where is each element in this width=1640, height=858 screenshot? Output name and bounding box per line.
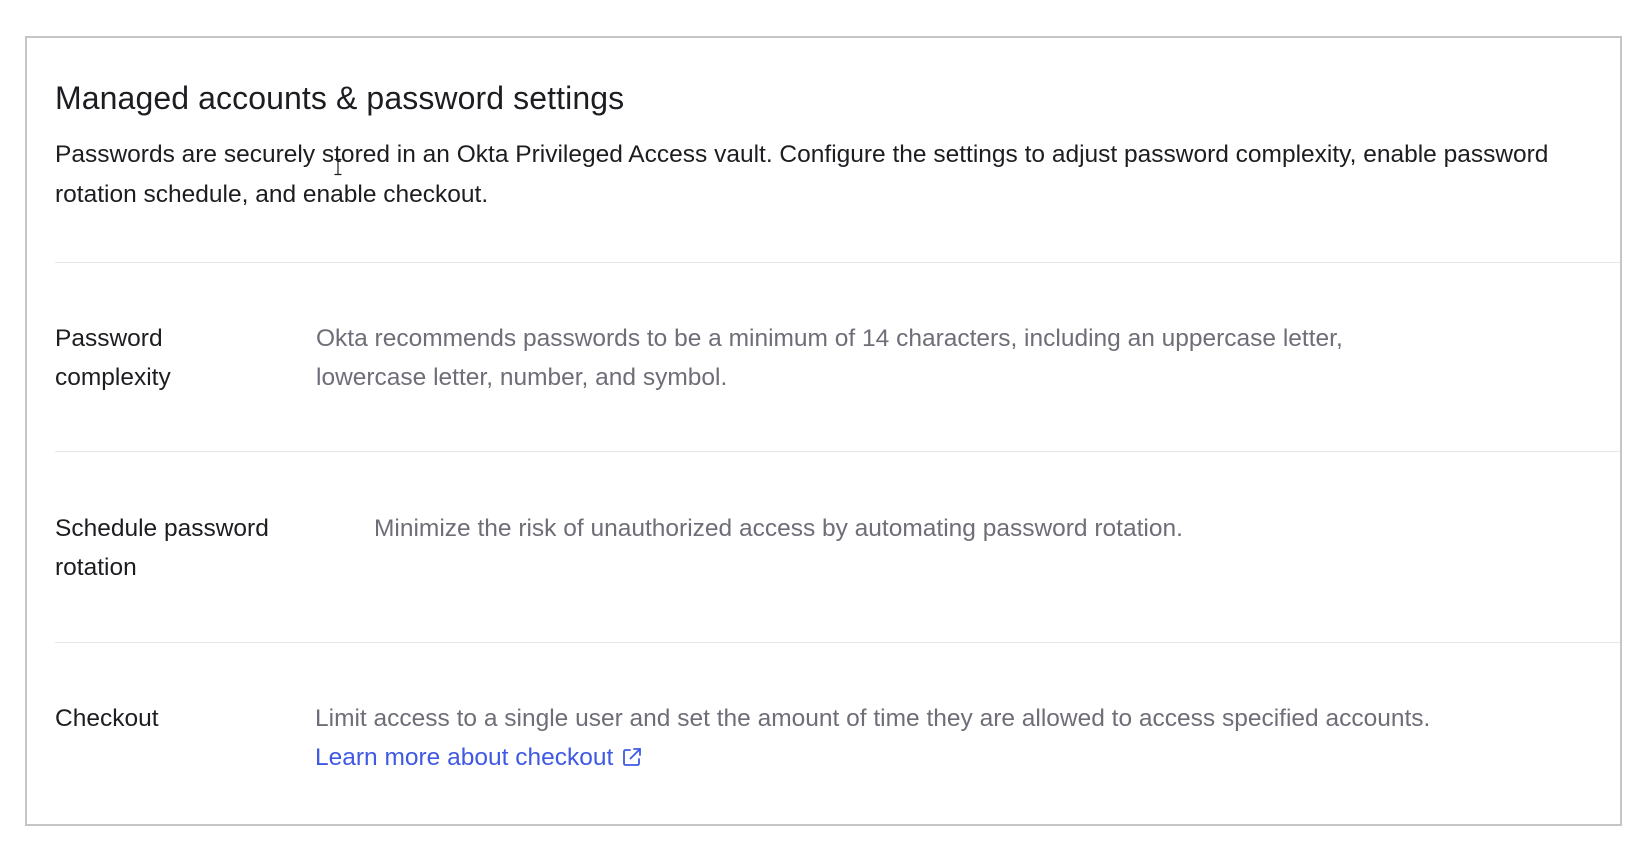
divider [55, 262, 1620, 263]
page-title: Managed accounts & password settings [55, 80, 625, 116]
page-description: Passwords are securely stored in an Okta… [55, 141, 1549, 208]
setting-label-password-complexity: Password complexity [55, 325, 171, 391]
setting-label-password-rotation: Schedule password rotation [55, 515, 269, 581]
setting-description-password-complexity: Okta recommends passwords to be a minimu… [316, 325, 1343, 391]
panel-header: Managed accounts & password settings Pas… [55, 78, 1600, 215]
setting-label-checkout: Checkout [55, 705, 159, 732]
learn-more-checkout-label[interactable]: Learn more about checkout [315, 744, 613, 771]
text-cursor-icon [334, 158, 342, 176]
external-link-icon[interactable] [621, 746, 643, 768]
learn-more-checkout-link[interactable]: Learn more about checkout [315, 744, 643, 771]
settings-panel: Managed accounts & password settings Pas… [25, 36, 1622, 826]
checkout-description-text: Limit access to a single user and set th… [315, 705, 1431, 732]
divider [55, 451, 1620, 452]
divider [55, 642, 1620, 643]
setting-description-password-rotation: Minimize the risk of unauthorized access… [374, 515, 1183, 542]
setting-description-checkout: Limit access to a single user and set th… [315, 699, 1435, 777]
